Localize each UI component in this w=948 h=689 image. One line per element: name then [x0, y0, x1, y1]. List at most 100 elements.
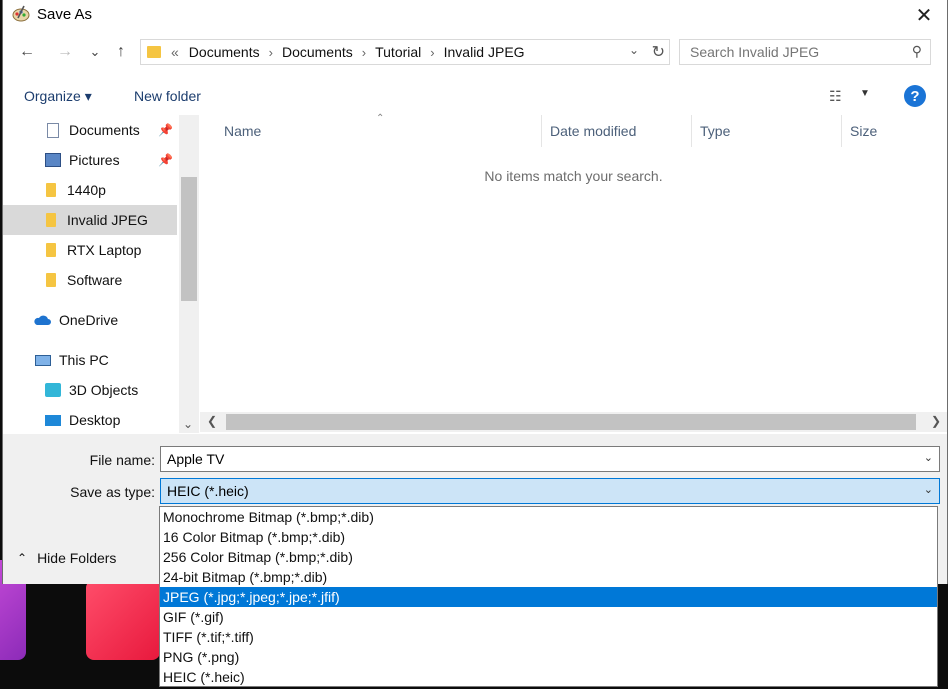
breadcrumb-item[interactable]: Documents — [189, 44, 260, 60]
paint-app-icon — [12, 5, 30, 22]
sidebar-item-label: Pictures — [69, 152, 120, 168]
hide-folders-label: Hide Folders — [37, 550, 117, 566]
window-title: Save As — [37, 6, 93, 23]
search-box[interactable]: ⚲ — [679, 39, 931, 65]
type-option[interactable]: 16 Color Bitmap (*.bmp;*.dib) — [160, 527, 937, 547]
scroll-down-chevron-icon[interactable]: ⌄ — [183, 417, 193, 431]
sidebar-item-rtx-laptop[interactable]: RTX Laptop — [3, 235, 177, 265]
scrollbar-thumb[interactable] — [181, 177, 197, 301]
breadcrumb-separator-icon[interactable]: › — [430, 45, 434, 60]
new-folder-button[interactable]: New folder — [134, 88, 201, 104]
3d-objects-icon — [45, 383, 61, 397]
overflow-chevron-icon[interactable]: « — [171, 44, 179, 60]
breadcrumb-item[interactable]: Tutorial — [375, 44, 421, 60]
sidebar-item-label: OneDrive — [59, 312, 119, 328]
view-dropdown-icon[interactable]: ▼ — [860, 88, 870, 99]
type-option[interactable]: 256 Color Bitmap (*.bmp;*.dib) — [160, 547, 937, 567]
file-list: ⌃ Name Date modified Type Size No items … — [200, 113, 947, 433]
sidebar-item-1440p[interactable]: 1440p — [3, 175, 177, 205]
sidebar-item-label: 1440p — [67, 182, 106, 198]
sidebar-item-label: Invalid JPEG — [67, 212, 148, 228]
help-icon[interactable]: ? — [904, 85, 926, 107]
chevron-up-icon: ⌃ — [17, 551, 28, 565]
back-arrow-icon[interactable]: ← — [15, 40, 39, 64]
column-divider[interactable] — [691, 115, 692, 147]
desktop-icon — [45, 414, 61, 426]
column-header-name[interactable]: Name — [224, 115, 261, 147]
sidebar-item-software[interactable]: Software — [3, 265, 177, 295]
pin-icon[interactable]: 📌 — [158, 123, 173, 137]
this-pc-icon — [35, 354, 51, 366]
file-name-value[interactable]: Apple TV — [167, 451, 224, 467]
address-bar[interactable]: « Documents › Documents › Tutorial › Inv… — [140, 39, 670, 65]
command-toolbar: Organize ▾ New folder ☷ ▼ ? — [3, 80, 947, 114]
navigation-scrollbar[interactable]: ⌄ — [179, 115, 199, 433]
type-option[interactable]: GIF (*.gif) — [160, 607, 937, 627]
save-as-type-chevron-icon[interactable]: ⌄ — [924, 483, 933, 496]
up-arrow-icon[interactable]: ↑ — [109, 40, 133, 64]
sort-ascending-icon: ⌃ — [376, 113, 385, 124]
sidebar-item-documents[interactable]: Documents 📌 — [3, 115, 177, 145]
navigation-bar: ← → ⌄ ↑ « Documents › Documents › Tutori… — [3, 36, 947, 70]
breadcrumb: « Documents › Documents › Tutorial › Inv… — [171, 44, 525, 60]
sidebar-item-desktop[interactable]: Desktop — [3, 405, 177, 433]
folder-icon — [46, 243, 56, 257]
type-option[interactable]: 24-bit Bitmap (*.bmp;*.dib) — [160, 567, 937, 587]
horizontal-scrollbar[interactable]: ❮ ❯ — [200, 412, 947, 432]
close-button[interactable]: ✕ — [901, 0, 947, 30]
search-input[interactable] — [688, 43, 902, 61]
sidebar-item-label: Desktop — [69, 412, 121, 428]
breadcrumb-separator-icon[interactable]: › — [269, 45, 273, 60]
save-as-type-select[interactable]: HEIC (*.heic) ⌄ — [160, 478, 940, 504]
column-header-size[interactable]: Size — [850, 115, 877, 147]
refresh-icon[interactable]: ↻ — [652, 42, 665, 62]
scroll-right-chevron-icon[interactable]: ❯ — [931, 414, 941, 428]
type-option[interactable]: PNG (*.png) — [160, 647, 937, 667]
hide-folders-button[interactable]: ⌃ Hide Folders — [17, 550, 116, 566]
sidebar-item-label: Documents — [69, 122, 140, 138]
empty-results-message: No items match your search. — [484, 168, 663, 184]
file-name-field[interactable]: Apple TV ⌄ — [160, 446, 940, 472]
sidebar-item-label: This PC — [59, 352, 109, 368]
type-option[interactable]: TIFF (*.tif;*.tiff) — [160, 627, 937, 647]
breadcrumb-item[interactable]: Documents — [282, 44, 353, 60]
sidebar-item-onedrive[interactable]: OneDrive — [3, 305, 177, 335]
sidebar-item-label: 3D Objects — [69, 382, 139, 398]
file-name-label: File name: — [89, 452, 155, 468]
scrollbar-thumb[interactable] — [226, 414, 916, 430]
sidebar-item-invalid-jpeg[interactable]: Invalid JPEG — [3, 205, 177, 235]
sidebar-item-this-pc[interactable]: This PC — [3, 345, 177, 375]
organize-button[interactable]: Organize ▾ — [24, 88, 92, 105]
save-as-type-value[interactable]: HEIC (*.heic) — [167, 483, 249, 499]
column-divider[interactable] — [841, 115, 842, 147]
type-option-highlighted[interactable]: JPEG (*.jpg;*.jpeg;*.jpe;*.jfif) — [160, 587, 937, 607]
search-icon[interactable]: ⚲ — [912, 43, 922, 60]
save-as-type-dropdown-list: Monochrome Bitmap (*.bmp;*.dib) 16 Color… — [159, 506, 938, 687]
folder-icon — [46, 273, 56, 287]
save-as-dialog: Save As ✕ ← → ⌄ ↑ « Documents › Document… — [2, 0, 948, 584]
column-header-type[interactable]: Type — [700, 115, 730, 147]
type-option[interactable]: Monochrome Bitmap (*.bmp;*.dib) — [160, 507, 937, 527]
sidebar-item-3d-objects[interactable]: 3D Objects — [3, 375, 177, 405]
sidebar-item-label: RTX Laptop — [67, 242, 142, 258]
address-dropdown-icon[interactable]: ⌄ — [629, 43, 639, 57]
forward-arrow-icon[interactable]: → — [53, 40, 77, 64]
title-bar: Save As ✕ — [3, 0, 947, 30]
folder-icon — [46, 183, 56, 197]
onedrive-cloud-icon — [34, 315, 51, 325]
document-icon — [47, 122, 59, 138]
sidebar-item-pictures[interactable]: Pictures 📌 — [3, 145, 177, 175]
folder-icon — [46, 213, 56, 227]
view-options-icon[interactable]: ☷ — [829, 88, 842, 105]
scroll-left-chevron-icon[interactable]: ❮ — [207, 414, 217, 428]
breadcrumb-separator-icon[interactable]: › — [362, 45, 366, 60]
column-divider[interactable] — [541, 115, 542, 147]
navigation-pane: Documents 📌 Pictures 📌 1440p Invalid JPE… — [3, 115, 199, 433]
file-name-dropdown-chevron-icon[interactable]: ⌄ — [924, 451, 933, 464]
sidebar-item-label: Software — [67, 272, 123, 288]
breadcrumb-item[interactable]: Invalid JPEG — [444, 44, 525, 60]
type-option[interactable]: HEIC (*.heic) — [160, 667, 937, 687]
pin-icon[interactable]: 📌 — [158, 153, 173, 167]
recent-locations-chevron-icon[interactable]: ⌄ — [83, 40, 107, 64]
column-header-date-modified[interactable]: Date modified — [550, 115, 636, 147]
